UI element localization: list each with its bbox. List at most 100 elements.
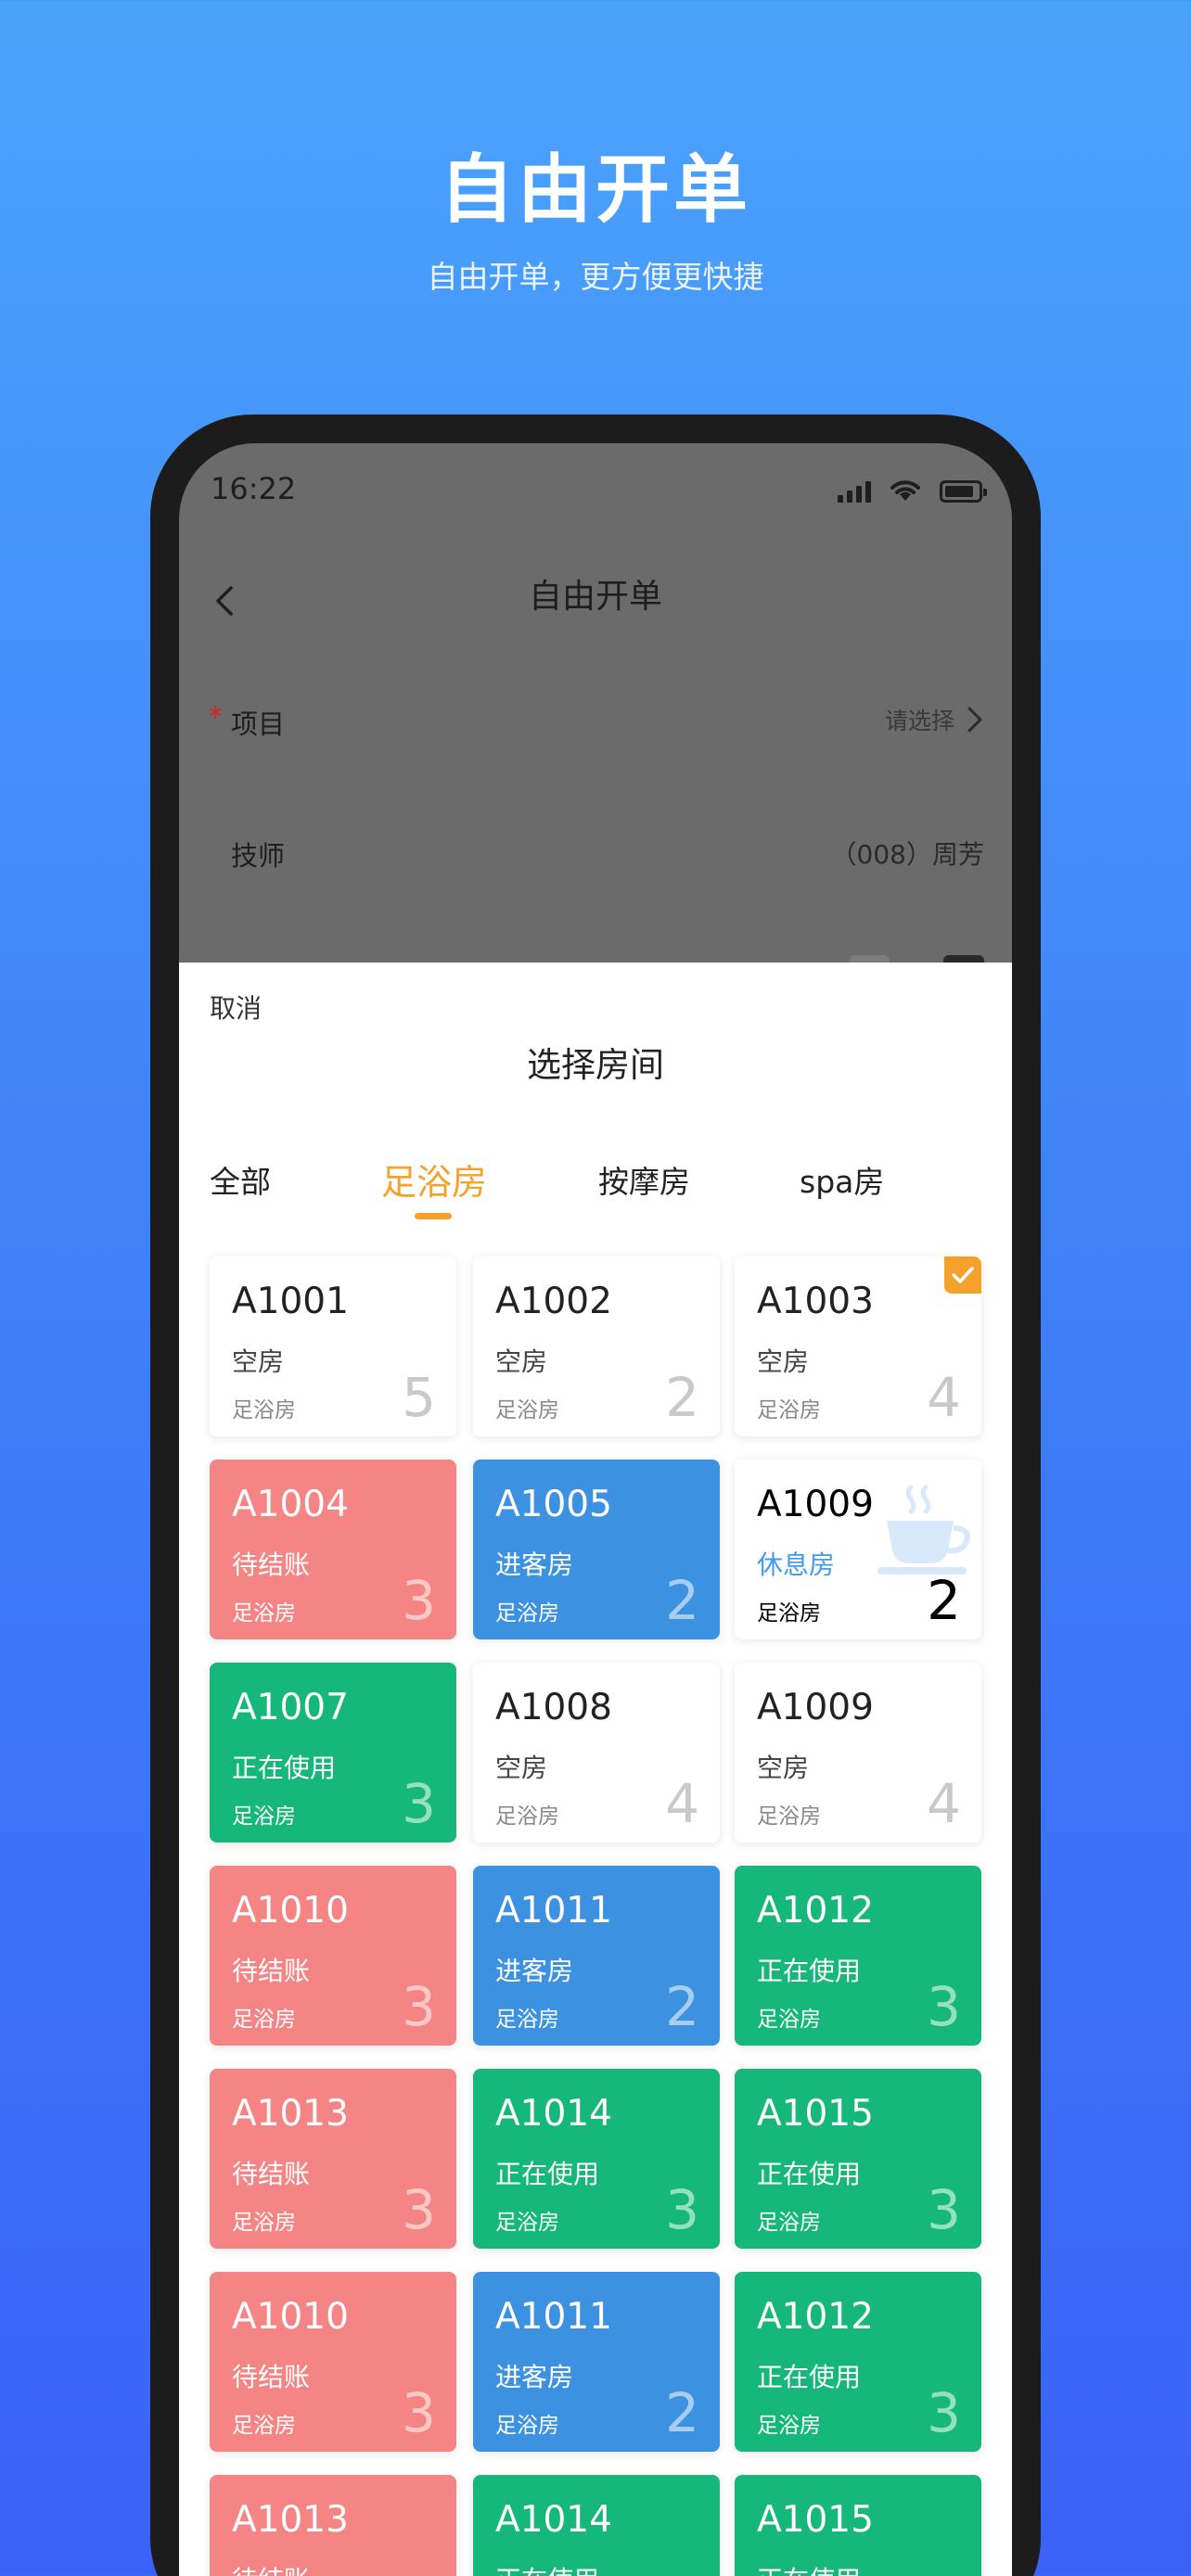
teacup-icon [877,1485,970,1575]
room-capacity: 3 [665,2178,699,2241]
room-type: 足浴房 [232,1398,296,1422]
room-card[interactable]: A1014 正在使用足浴房 3 [473,2069,720,2249]
room-status: 正在使用 [495,2159,600,2189]
tab-spa[interactable]: spa房 [800,1157,884,1202]
room-type: 足浴房 [495,1804,559,1829]
room-capacity: 3 [402,2381,436,2444]
room-type: 足浴房 [232,2414,296,2438]
room-type: 足浴房 [757,2211,821,2235]
room-code: A1003 [757,1281,874,1322]
room-card[interactable]: A1012 正在使用 足浴房 3 [735,2272,981,2452]
room-status: 待结账 [232,2159,311,2189]
room-card[interactable]: A1010 待结账 足浴房 3 [210,1866,456,2046]
room-type: 足浴房 [757,1398,821,1422]
room-type: 足浴房 [495,2211,559,2235]
signal-icon [838,478,871,503]
room-status: 待结账 [232,1549,311,1580]
room-card[interactable]: A1011 进客房 足浴房 2 [473,1866,720,2046]
room-capacity: 3 [402,1975,436,2038]
project-select[interactable]: 请选择 [885,703,984,736]
room-status: 待结账 [232,1956,311,1986]
room-code: A1001 [232,1281,349,1322]
room-status: 进客房 [495,1956,574,1986]
room-capacity: 4 [927,1772,961,1835]
status-bar: 16:22 [179,443,1012,555]
room-type: 足浴房 [495,1398,559,1422]
room-capacity: 3 [927,1975,961,2038]
wifi-icon [890,480,920,501]
room-card[interactable]: A1007 正在使用 足浴房 3 [210,1663,456,1843]
room-capacity: 3 [402,1772,436,1835]
room-card[interactable]: A1014 正在使用 [473,2475,720,2576]
room-capacity: 3 [927,2381,961,2444]
room-code: A1005 [495,1484,612,1525]
room-card[interactable]: A1004 待结账足浴房 3 [210,1460,456,1639]
room-card[interactable]: A1015 正在使用 [735,2475,981,2576]
room-card[interactable]: A1001 空房足浴房 5 [210,1256,456,1436]
room-card[interactable]: A1005 进客房 足浴房 2 [473,1460,720,1639]
room-code: A1010 [232,2296,349,2338]
room-code: A1004 [232,1484,349,1525]
room-capacity: 2 [665,2381,699,2444]
room-status: 正在使用 [757,2159,862,2189]
room-code: A1012 [757,1890,874,1932]
room-card[interactable]: A1010 待结账 足浴房 3 [210,2272,456,2452]
room-card[interactable]: A1013 待结账足浴房 3 [210,2069,456,2249]
sheet-title: 选择房间 [527,1045,664,1085]
room-code: A1012 [757,2296,874,2338]
room-card[interactable]: A1011 进客房 足浴房 2 [473,2272,720,2452]
room-card[interactable]: A1015 正在使用 足浴房 3 [735,2069,981,2249]
room-capacity: 3 [402,2178,436,2241]
room-code: A1014 [495,2093,612,2135]
room-type: 足浴房 [232,1601,296,1626]
required-mark: * [209,701,223,733]
room-picker-sheet: 取消 选择房间 全部 足浴房 按摩房 spa房 A1001 空房 足浴房 5 A1002… [179,963,1012,2576]
room-code: A1009 [757,1687,874,1728]
room-capacity: 3 [927,2178,961,2241]
project-label: 项目 [231,708,286,740]
room-type: 足浴房 [757,2008,821,2032]
form-row-project[interactable]: * 项目 请选择 [179,675,1012,768]
room-capacity: 3 [402,1569,436,1632]
room-card[interactable]: A1009 空房 足浴房 4 [735,1663,981,1843]
room-type: 足浴房 [757,2414,821,2438]
project-placeholder: 请选择 [884,708,954,734]
room-code: A1014 [495,2499,612,2541]
room-status: 正在使用 [757,2560,861,2576]
promo-title: 自由开单 [440,147,751,233]
room-type: 足浴房 [757,1601,821,1626]
room-capacity: 4 [927,1366,961,1429]
room-card[interactable]: A1012 正在使用足浴房 3 [735,1866,981,2046]
nav-title: 自由开单 [528,578,662,616]
room-code: A1009 [757,1484,874,1525]
room-status: 空房 [232,1346,285,1377]
status-time: 16:22 [211,471,297,506]
room-status: 空房 [495,1753,548,1783]
room-status: 正在使用 [757,1956,862,1986]
form-row-technician[interactable]: 技师 （008）周芳 [179,807,1012,899]
room-capacity: 5 [402,1366,436,1429]
tab-massage[interactable]: 按摩房 [598,1157,690,1202]
room-card[interactable]: A1013 待结账 [210,2475,456,2576]
room-type: 足浴房 [757,1804,821,1829]
cancel-button[interactable]: 取消 [210,988,262,1026]
room-status: 空房 [495,1346,548,1377]
room-card[interactable]: A1008 空房 足浴房 4 [473,1663,720,1843]
room-status: 休息房 [757,1549,836,1580]
room-card[interactable]: A1009 休息房 足浴房 2 [735,1460,981,1639]
room-type: 足浴房 [495,2008,559,2032]
status-icons [838,477,987,503]
room-type: 足浴房 [232,2211,296,2235]
room-type: 足浴房 [232,1804,296,1829]
room-card[interactable]: A1003 空房 足浴房 4 [735,1256,981,1436]
room-code: A1013 [232,2093,349,2135]
room-type-tabs: 全部 足浴房 按摩房 spa房 [179,1157,1012,1231]
tab-active-indicator [415,1213,452,1219]
room-card[interactable]: A1002 空房 足浴房 2 [473,1256,720,1436]
room-code: A1011 [495,1890,612,1932]
room-type: 足浴房 [232,2008,296,2032]
tab-all[interactable]: 全部 [210,1157,271,1202]
tab-foot-bath[interactable]: 足浴房 [381,1154,487,1205]
room-type: 足浴房 [495,1601,559,1626]
room-code: A1007 [232,1687,349,1728]
